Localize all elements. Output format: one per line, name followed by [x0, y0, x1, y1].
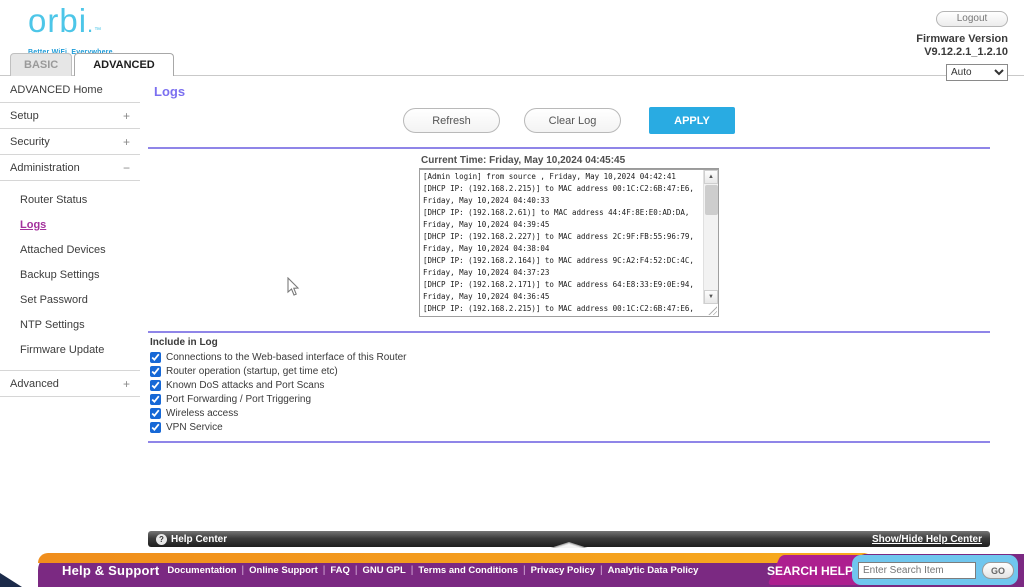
checkbox-wireless-access[interactable]: [150, 408, 161, 419]
checkbox-web-interface[interactable]: [150, 352, 161, 363]
action-buttons: Refresh Clear Log APPLY: [148, 107, 990, 134]
include-in-log-section: Include in Log Connections to the Web-ba…: [150, 337, 990, 433]
sidebar-item-security[interactable]: Security +: [0, 129, 140, 155]
divider: [148, 441, 990, 443]
include-row-router-operation: Router operation (startup, get time etc): [150, 366, 990, 377]
refresh-button[interactable]: Refresh: [403, 108, 500, 133]
checkbox-port-forwarding[interactable]: [150, 394, 161, 405]
checkbox-router-operation[interactable]: [150, 366, 161, 377]
main-tabs: BASIC ADVANCED: [10, 53, 176, 76]
sidebar-item-ntp-settings[interactable]: NTP Settings: [0, 312, 140, 337]
help-center-title: ? Help Center: [156, 534, 227, 545]
expand-plus-icon[interactable]: +: [123, 135, 130, 149]
checkbox-vpn-service[interactable]: [150, 422, 161, 433]
include-row-wireless-access: Wireless access: [150, 408, 990, 419]
sidebar-item-advanced-home[interactable]: ADVANCED Home: [0, 77, 140, 103]
sidebar-item-firmware-update[interactable]: Firmware Update: [0, 337, 140, 362]
scrollbar-thumb[interactable]: [705, 185, 718, 215]
clear-log-button[interactable]: Clear Log: [524, 108, 621, 133]
footer-link-gnu-gpl[interactable]: GNU GPL: [363, 565, 406, 576]
footer-link-documentation[interactable]: Documentation: [167, 565, 236, 576]
sidebar-item-set-password[interactable]: Set Password: [0, 287, 140, 312]
sidebar-item-setup[interactable]: Setup +: [0, 103, 140, 129]
main-content: Logs Refresh Clear Log APPLY Current Tim…: [148, 77, 990, 443]
log-textarea[interactable]: [Admin login] from source , Friday, May …: [419, 169, 719, 317]
trademark-symbol: ™: [94, 27, 102, 34]
footer-link-terms[interactable]: Terms and Conditions: [418, 565, 518, 576]
logo-text: orbi: [28, 2, 87, 39]
include-row-vpn-service: VPN Service: [150, 422, 990, 433]
sidebar-item-advanced[interactable]: Advanced +: [0, 371, 140, 397]
apply-button[interactable]: APPLY: [649, 107, 735, 134]
scroll-up-icon[interactable]: ▲: [704, 170, 718, 184]
question-mark-icon: ?: [156, 534, 167, 545]
log-block: Current Time: Friday, May 10,2024 04:45:…: [419, 153, 719, 317]
divider: [148, 147, 990, 149]
tab-basic[interactable]: BASIC: [10, 53, 72, 76]
footer-link-analytic-data[interactable]: Analytic Data Policy: [608, 565, 699, 576]
footer-link-online-support[interactable]: Online Support: [249, 565, 318, 576]
log-scrollbar[interactable]: ▲ ▼: [703, 170, 718, 304]
footer: Help & Support Documentation| Online Sup…: [0, 548, 1024, 587]
current-time-label: Current Time: Friday, May 10,2024 04:45:…: [419, 153, 719, 169]
tab-advanced[interactable]: ADVANCED: [74, 53, 174, 76]
sidebar-item-router-status[interactable]: Router Status: [0, 187, 140, 212]
footer-links: Documentation| Online Support| FAQ| GNU …: [167, 565, 698, 576]
search-help-input[interactable]: [858, 562, 976, 579]
expand-plus-icon[interactable]: +: [123, 109, 130, 123]
show-hide-help-center-link[interactable]: Show/Hide Help Center: [872, 534, 982, 545]
header: orbi.™ Better WiFi. Everywhere. Logout F…: [0, 0, 1024, 76]
search-help-label: SEARCH HELP: [767, 564, 853, 578]
include-row-dos-attacks: Known DoS attacks and Port Scans: [150, 380, 990, 391]
include-row-port-forwarding: Port Forwarding / Port Triggering: [150, 394, 990, 405]
footer-link-faq[interactable]: FAQ: [330, 565, 350, 576]
checkbox-dos-attacks[interactable]: [150, 380, 161, 391]
help-support-label: Help & Support: [62, 563, 159, 578]
logout-button[interactable]: Logout: [936, 11, 1008, 27]
firmware-version-label: Firmware Version: [916, 33, 1008, 45]
include-row-web-interface: Connections to the Web-based interface o…: [150, 352, 990, 363]
orbi-logo: orbi.™ Better WiFi. Everywhere.: [28, 4, 115, 56]
expand-plus-icon[interactable]: +: [123, 377, 130, 391]
footer-link-privacy[interactable]: Privacy Policy: [531, 565, 595, 576]
sidebar-item-logs[interactable]: Logs: [0, 212, 140, 237]
go-button[interactable]: GO: [982, 562, 1014, 579]
sidebar-nav: ADVANCED Home Setup + Security + Adminis…: [0, 77, 140, 397]
scroll-down-icon[interactable]: ▼: [704, 290, 718, 304]
firmware-version-value: V9.12.2.1_1.2.10: [916, 46, 1008, 58]
search-help-zone: SEARCH HELP GO: [767, 554, 1014, 587]
sidebar-item-administration[interactable]: Administration −: [0, 155, 140, 181]
collapse-minus-icon[interactable]: −: [123, 161, 130, 175]
page-title: Logs: [154, 84, 990, 99]
administration-submenu: Router Status Logs Attached Devices Back…: [0, 181, 140, 371]
sidebar-item-attached-devices[interactable]: Attached Devices: [0, 237, 140, 262]
divider: [148, 331, 990, 333]
help-center-bar[interactable]: ? Help Center Show/Hide Help Center: [148, 531, 990, 547]
sidebar-item-backup-settings[interactable]: Backup Settings: [0, 262, 140, 287]
include-in-log-heading: Include in Log: [150, 337, 990, 348]
